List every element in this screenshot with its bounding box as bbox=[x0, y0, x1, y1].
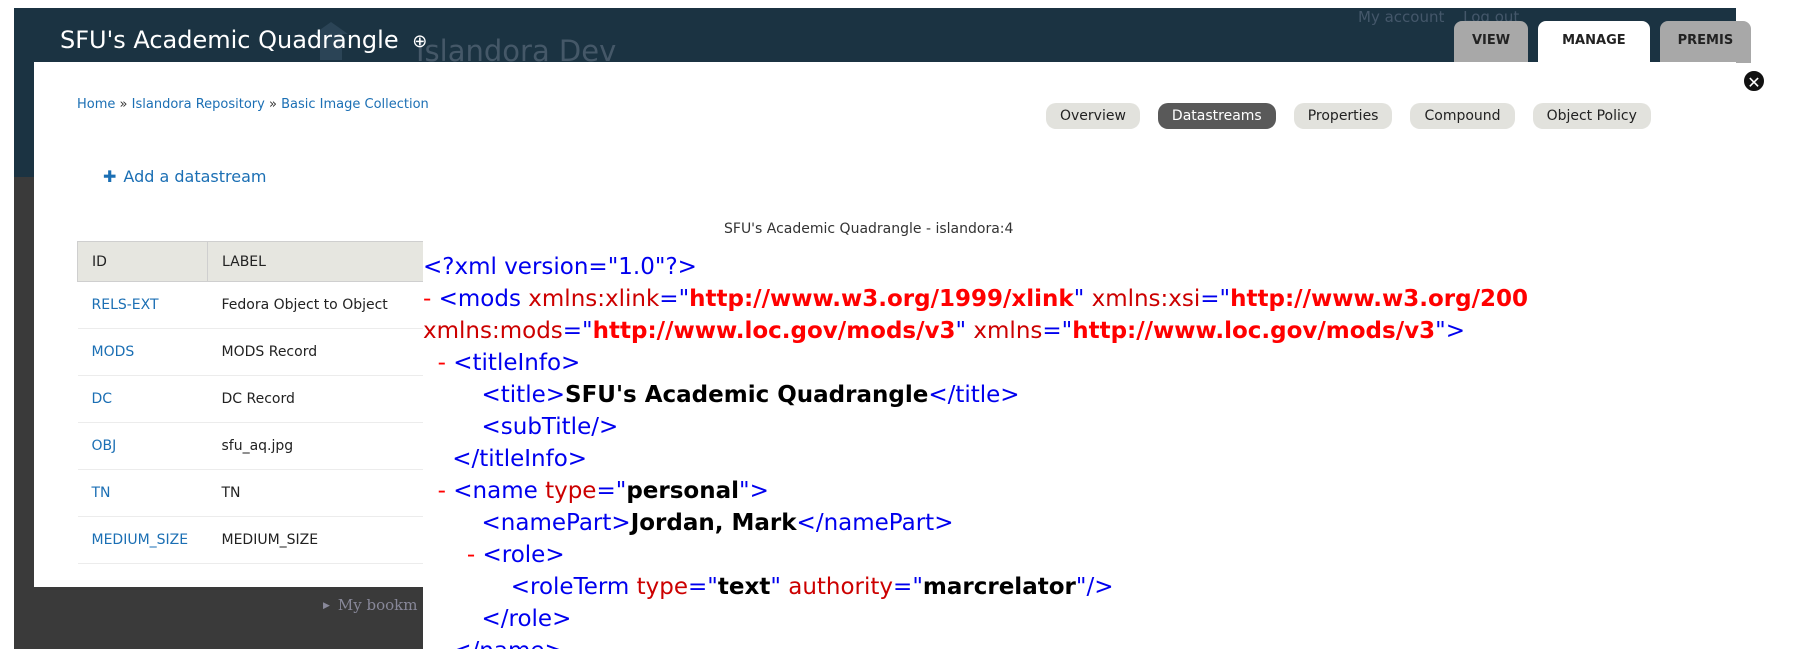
datastream-label: Fedora Object to Object bbox=[207, 281, 432, 329]
tab-manage[interactable]: MANAGE bbox=[1538, 21, 1650, 64]
xml-line: <roleTerm type="text" authority="marcrel… bbox=[510, 574, 1114, 600]
role-term-authority-value: marcrelator bbox=[922, 574, 1076, 600]
datastream-label: MODS Record bbox=[207, 328, 432, 376]
xml-line: </name> bbox=[423, 635, 1528, 649]
xml-viewer-window: SFU's Academic Quadrangle - islandora:4 … bbox=[423, 211, 1798, 649]
xlink-namespace: http://www.w3.org/1999/xlink bbox=[689, 286, 1074, 312]
default-namespace: http://www.loc.gov/mods/v3 bbox=[1072, 318, 1436, 344]
secondary-tabs: Overview Datastreams Properties Compound… bbox=[1046, 103, 1669, 129]
xml-line: - <mods xmlns:xlink="http://www.w3.org/1… bbox=[423, 286, 1528, 312]
collapse-toggle[interactable]: - bbox=[438, 478, 454, 504]
table-row: OBJ sfu_aq.jpg bbox=[77, 422, 432, 470]
breadcrumb-home[interactable]: Home bbox=[77, 97, 115, 112]
tab-view[interactable]: VIEW bbox=[1454, 21, 1529, 63]
name-part-value: Jordan, Mark bbox=[630, 510, 797, 536]
tab-datastreams[interactable]: Datastreams bbox=[1157, 103, 1276, 129]
close-overlay-icon[interactable]: ✕ bbox=[1742, 69, 1766, 93]
table-row: MEDIUM_SIZE MEDIUM_SIZE bbox=[77, 516, 432, 564]
datastream-label: TN bbox=[207, 469, 432, 517]
datastream-id-link[interactable]: MODS bbox=[77, 328, 208, 376]
breadcrumb-repository[interactable]: Islandora Repository bbox=[132, 97, 265, 112]
datastreams-table: ID LABEL RELS-EXT Fedora Object to Objec… bbox=[77, 241, 432, 564]
breadcrumb-separator: » bbox=[268, 97, 277, 112]
primary-tabs: VIEW MANAGE PREMIS bbox=[1444, 21, 1752, 64]
tab-compound[interactable]: Compound bbox=[1410, 103, 1515, 129]
xml-line: - <role> bbox=[466, 542, 565, 568]
collapse-toggle[interactable]: - bbox=[423, 286, 439, 312]
tab-overview[interactable]: Overview bbox=[1046, 103, 1140, 129]
tab-properties[interactable]: Properties bbox=[1293, 103, 1393, 129]
xsi-namespace: http://www.w3.org/200 bbox=[1230, 286, 1528, 312]
datastream-label: DC Record bbox=[207, 375, 432, 423]
column-header-label[interactable]: LABEL bbox=[207, 241, 432, 282]
column-header-id[interactable]: ID bbox=[77, 241, 208, 282]
collapse-toggle[interactable]: - bbox=[467, 542, 483, 568]
xml-line: - <titleInfo> bbox=[437, 350, 581, 376]
xml-line: <subTitle/> bbox=[481, 414, 619, 440]
breadcrumb: Home » Islandora Repository » Basic Imag… bbox=[77, 97, 429, 112]
plus-icon: ✚ bbox=[103, 167, 117, 186]
xml-line: </role> bbox=[481, 606, 572, 632]
xml-line: xmlns:mods="http://www.loc.gov/mods/v3" … bbox=[423, 318, 1465, 344]
datastream-id-link[interactable]: OBJ bbox=[77, 422, 208, 470]
breadcrumb-collection[interactable]: Basic Image Collection bbox=[281, 97, 429, 112]
mods-title-value: SFU's Academic Quadrangle bbox=[565, 382, 929, 408]
table-row: TN TN bbox=[77, 469, 432, 517]
tab-object-policy[interactable]: Object Policy bbox=[1532, 103, 1651, 129]
xml-line: <?xml version="1.0"?> bbox=[423, 251, 1528, 283]
collapse-toggle[interactable]: - bbox=[438, 350, 454, 376]
xml-declaration: <?xml version="1.0"?> bbox=[423, 254, 697, 280]
table-row: DC DC Record bbox=[77, 375, 432, 423]
bookmarks-link[interactable]: ▶ My bookm bbox=[323, 596, 418, 614]
xml-line: <namePart>Jordan, Mark</namePart> bbox=[481, 510, 954, 536]
datastream-id-link[interactable]: MEDIUM_SIZE bbox=[77, 516, 208, 564]
xml-line: <title>SFU's Academic Quadrangle</title> bbox=[481, 382, 1020, 408]
xml-viewer-caption: SFU's Academic Quadrangle - islandora:4 bbox=[724, 221, 1014, 237]
datastream-id-link[interactable]: TN bbox=[77, 469, 208, 517]
datastream-label: sfu_aq.jpg bbox=[207, 422, 432, 470]
my-account-link[interactable]: My account bbox=[1358, 8, 1444, 26]
tab-premis[interactable]: PREMIS bbox=[1659, 21, 1752, 63]
mods-namespace: http://www.loc.gov/mods/v3 bbox=[592, 318, 956, 344]
datastream-label: MEDIUM_SIZE bbox=[207, 516, 432, 564]
overlay-title: SFU's Academic Quadrangle ⊕ bbox=[60, 26, 427, 54]
xml-document: <?xml version="1.0"?> - <mods xmlns:xlink… bbox=[423, 251, 1528, 649]
role-term-type-value: text bbox=[717, 574, 771, 600]
object-title: SFU's Academic Quadrangle bbox=[60, 26, 399, 54]
add-datastream-label: Add a datastream bbox=[123, 167, 267, 186]
table-row: MODS MODS Record bbox=[77, 328, 432, 376]
datastream-id-link[interactable]: RELS-EXT bbox=[77, 281, 208, 329]
bookmarks-label: My bookm bbox=[337, 596, 418, 614]
breadcrumb-separator: » bbox=[119, 97, 128, 112]
table-header-row: ID LABEL bbox=[77, 241, 432, 282]
datastream-id-link[interactable]: DC bbox=[77, 375, 208, 423]
table-row: RELS-EXT Fedora Object to Object bbox=[77, 281, 432, 329]
xml-line: - <name type="personal"> bbox=[437, 478, 769, 504]
triangle-right-icon: ▶ bbox=[323, 601, 330, 611]
name-type-value: personal bbox=[626, 478, 739, 504]
xml-line: </titleInfo> bbox=[452, 446, 588, 472]
add-datastream-link[interactable]: ✚ Add a datastream bbox=[103, 167, 266, 186]
add-shortcut-icon[interactable]: ⊕ bbox=[412, 31, 427, 52]
